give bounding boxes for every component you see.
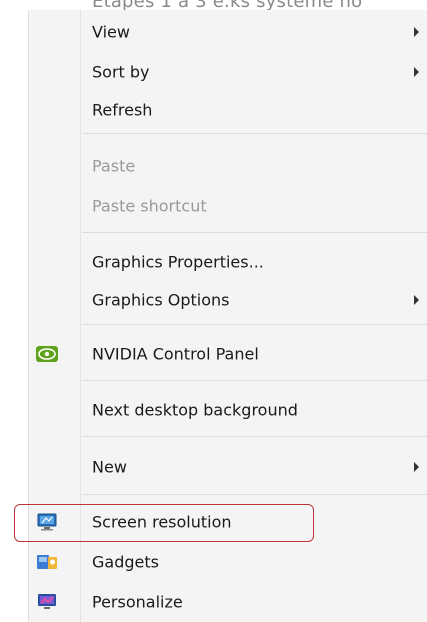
- menu-separator: [82, 133, 427, 134]
- menu-item-paste[interactable]: Paste: [28, 150, 427, 182]
- menu-item-label: Paste: [92, 156, 136, 176]
- menu-item-new[interactable]: New: [28, 451, 427, 483]
- menu-item-label: Paste shortcut: [92, 196, 207, 216]
- menu-item-label: New: [92, 457, 127, 477]
- menu-separator: [82, 494, 427, 495]
- menu-item-label: Refresh: [92, 100, 153, 120]
- menu-separator: [82, 436, 427, 437]
- menu-item-personalize[interactable]: Personalize: [28, 586, 427, 618]
- menu-item-sort-by[interactable]: Sort by: [28, 56, 427, 88]
- screen-resolution-highlight-box: [14, 504, 314, 542]
- menu-item-label: View: [92, 22, 130, 42]
- menu-item-label: Graphics Properties...: [92, 252, 264, 272]
- menu-item-next-desktop-background[interactable]: Next desktop background: [28, 394, 427, 426]
- submenu-arrow-icon: [414, 67, 419, 77]
- menu-separator: [82, 380, 427, 381]
- menu-item-label: Sort by: [92, 62, 150, 82]
- menu-item-refresh[interactable]: Refresh: [28, 94, 427, 126]
- menu-item-label: Graphics Options: [92, 290, 230, 310]
- gadgets-icon: [36, 553, 58, 571]
- menu-separator: [82, 324, 427, 325]
- menu-item-nvidia-control-panel[interactable]: NVIDIA Control Panel: [28, 338, 427, 370]
- menu-item-graphics-properties[interactable]: Graphics Properties...: [28, 246, 427, 278]
- menu-item-label: Gadgets: [92, 552, 159, 572]
- menu-item-paste-shortcut[interactable]: Paste shortcut: [28, 190, 427, 222]
- personalize-icon: [36, 593, 58, 611]
- menu-item-label: Personalize: [92, 592, 183, 612]
- menu-separator: [82, 232, 427, 233]
- menu-item-gadgets[interactable]: Gadgets: [28, 546, 427, 578]
- nvidia-icon: [36, 345, 58, 363]
- menu-item-label: NVIDIA Control Panel: [92, 344, 259, 364]
- submenu-arrow-icon: [414, 462, 419, 472]
- menu-item-view[interactable]: View: [28, 16, 427, 48]
- menu-item-graphics-options[interactable]: Graphics Options: [28, 284, 427, 316]
- submenu-arrow-icon: [414, 27, 419, 37]
- menu-item-label: Next desktop background: [92, 400, 298, 420]
- submenu-arrow-icon: [414, 295, 419, 305]
